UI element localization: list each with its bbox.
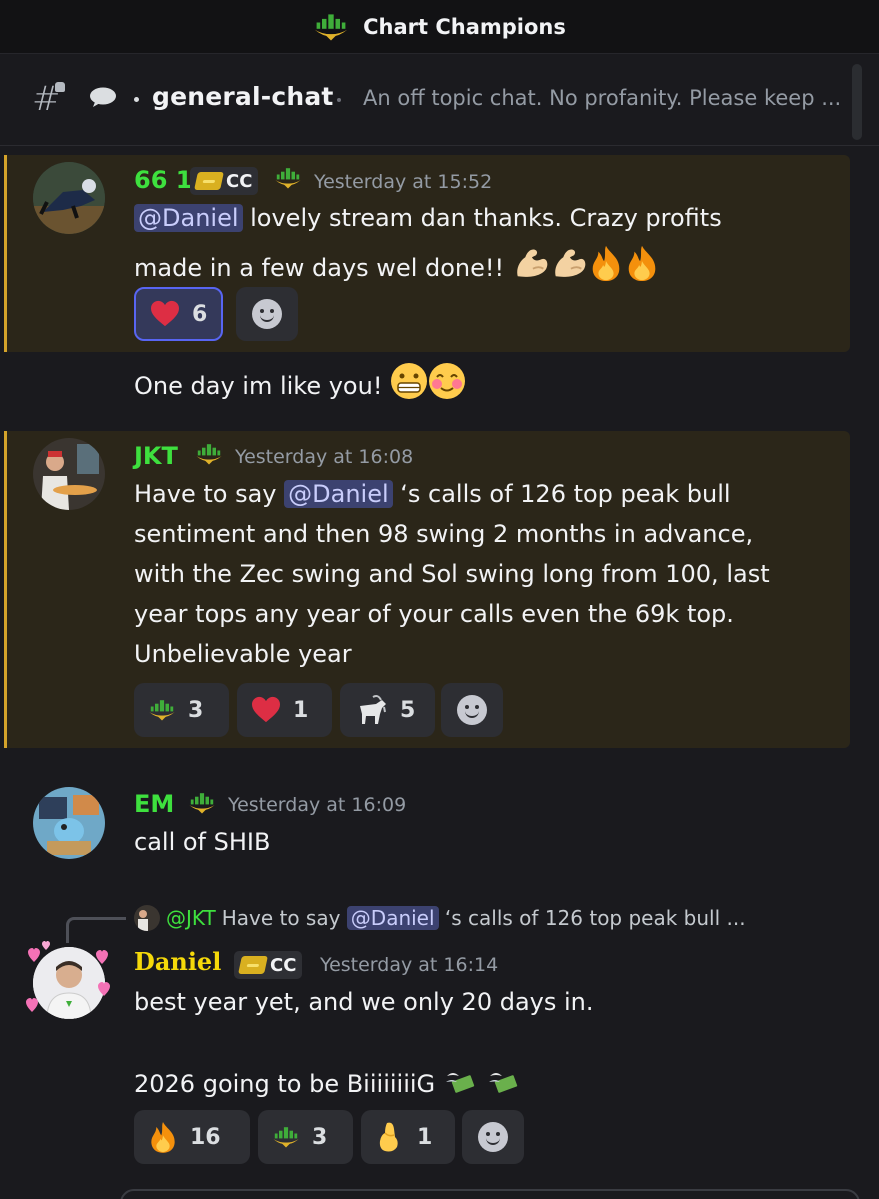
avatar[interactable]: [33, 162, 105, 234]
server-header[interactable]: Chart Champions: [0, 0, 879, 54]
message-line: year tops any year of your calls even th…: [134, 600, 734, 628]
add-reaction-button[interactable]: [462, 1110, 524, 1164]
user-mention[interactable]: @Daniel: [346, 906, 439, 930]
gold-bar-icon: [194, 172, 224, 190]
message-line: Unbelievable year: [134, 640, 352, 668]
username[interactable]: JKT: [134, 442, 178, 470]
fire-icon: [148, 1120, 178, 1154]
message-input[interactable]: [120, 1189, 860, 1199]
add-reaction-button[interactable]: [441, 683, 503, 737]
username[interactable]: 66 1: [134, 166, 192, 194]
chart-champions-logo-icon: [313, 12, 349, 42]
channel-name: general-chat: [152, 82, 334, 111]
reaction-chart-champions[interactable]: 3: [134, 683, 229, 737]
hearts-decoration-icon: [26, 941, 110, 1012]
message-line: 2026 going to be BiiiiiiiiG: [134, 1068, 522, 1098]
avatar[interactable]: [33, 438, 105, 510]
threads-bubble-icon[interactable]: [89, 87, 117, 107]
separator-dot: [134, 97, 139, 102]
separator-dot: [337, 98, 341, 102]
flexed-biceps-icon: [512, 244, 550, 282]
message-line: best year yet, and we only 20 days in.: [134, 988, 594, 1016]
pinched-fingers-icon: [379, 1122, 398, 1152]
gold-bar-icon: [238, 956, 268, 974]
smiley-icon: [478, 1122, 508, 1152]
money-with-wings-icon: [445, 1073, 474, 1093]
message-line: with the Zec swing and Sol swing long fr…: [134, 560, 770, 588]
user-mention[interactable]: @Daniel: [134, 204, 243, 232]
reaction-heart[interactable]: 1: [237, 683, 332, 737]
money-with-wings-icon: [489, 1073, 518, 1093]
heart-icon: [251, 696, 281, 724]
server-name: Chart Champions: [363, 14, 566, 39]
chart-champions-logo-icon: [274, 166, 302, 190]
reaction-chart-champions[interactable]: 3: [258, 1110, 353, 1164]
message-line: @Daniel lovely stream dan thanks. Crazy …: [134, 204, 722, 232]
username[interactable]: EM: [134, 790, 174, 818]
user-mention[interactable]: @Daniel: [284, 480, 393, 508]
username[interactable]: Daniel: [134, 947, 221, 976]
message-line: sentiment and then 98 swing 2 months in …: [134, 520, 754, 548]
chart-champions-logo-icon: [272, 1125, 300, 1149]
reaction-heart[interactable]: 6: [134, 287, 224, 341]
add-reaction-button[interactable]: [236, 287, 298, 341]
message-line: Have to say @Daniel ‘s calls of 126 top …: [134, 480, 731, 508]
reply-avatar: [134, 905, 160, 931]
reaction-fire[interactable]: 16: [134, 1110, 250, 1164]
grimacing-face-icon: [391, 363, 428, 399]
server-tag[interactable]: CC: [234, 951, 303, 979]
fire-icon: [588, 244, 624, 282]
timestamp[interactable]: Yesterday at 16:08: [235, 446, 413, 468]
reply-preview[interactable]: @JKT Have to say @Daniel ‘s calls of 126…: [134, 905, 746, 931]
server-tag[interactable]: CC: [190, 167, 259, 195]
goat-icon: [360, 695, 386, 724]
flexed-biceps-icon: [550, 244, 588, 282]
reaction-pinched-fingers[interactable]: 1: [361, 1110, 455, 1164]
channel-lock-icon: [55, 82, 65, 92]
smiling-face-icon: [429, 363, 466, 399]
smiley-icon: [457, 695, 487, 725]
timestamp[interactable]: Yesterday at 16:09: [228, 794, 406, 816]
message-line: made in a few days wel done!!: [134, 244, 660, 282]
message-line: call of SHIB: [134, 828, 271, 856]
heart-icon: [150, 300, 180, 328]
scrollbar[interactable]: [852, 64, 862, 140]
chart-champions-logo-icon: [188, 791, 216, 815]
channel-topic[interactable]: An off topic chat. No profanity. Please …: [363, 86, 841, 110]
chart-champions-logo-icon: [148, 698, 176, 722]
reaction-goat[interactable]: 5: [340, 683, 435, 737]
timestamp[interactable]: Yesterday at 15:52: [314, 171, 492, 193]
avatar[interactable]: [33, 787, 105, 859]
fire-icon: [624, 244, 660, 282]
timestamp[interactable]: Yesterday at 16:14: [320, 954, 498, 976]
smiley-icon: [252, 299, 282, 329]
chart-champions-logo-icon: [195, 442, 223, 466]
message-line: One day im like you!: [134, 362, 466, 400]
